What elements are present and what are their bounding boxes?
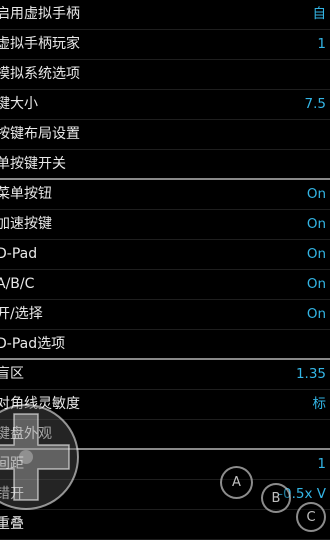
setting-deadzone[interactable]: 盲区 1.35 bbox=[0, 360, 330, 390]
setting-value: 7.5 bbox=[304, 96, 326, 112]
setting-label: 单按键开关 bbox=[0, 156, 66, 172]
setting-value: 1 bbox=[317, 36, 326, 52]
setting-virtual-gamepad-player[interactable]: 虚拟手柄玩家 1 bbox=[0, 30, 330, 60]
setting-menu-button[interactable]: 菜单按钮 On bbox=[0, 180, 330, 210]
setting-dpad[interactable]: D-Pad On bbox=[0, 240, 330, 270]
setting-abc[interactable]: A/B/C On bbox=[0, 270, 330, 300]
setting-label: D-Pad选项 bbox=[0, 336, 66, 352]
setting-label: D-Pad bbox=[0, 246, 38, 262]
setting-label: 开/选择 bbox=[0, 306, 43, 322]
gamepad-button-b[interactable]: B bbox=[261, 483, 291, 513]
setting-button-layout[interactable]: 按键布局设置 bbox=[0, 120, 330, 150]
setting-enable-virtual-gamepad[interactable]: 启用虚拟手柄 自 bbox=[0, 0, 330, 30]
setting-value: On bbox=[306, 306, 326, 322]
setting-value: On bbox=[306, 246, 326, 262]
setting-label: 模拟系统选项 bbox=[0, 66, 80, 82]
setting-label: 启用虚拟手柄 bbox=[0, 6, 80, 22]
setting-key-size[interactable]: 键大小 7.5 bbox=[0, 90, 330, 120]
setting-value: On bbox=[306, 186, 326, 202]
setting-value: 1 bbox=[317, 456, 326, 472]
dpad-overlay-icon[interactable] bbox=[0, 396, 82, 518]
setting-label: 虚拟手柄玩家 bbox=[0, 36, 80, 52]
setting-value: 标 bbox=[312, 396, 327, 412]
setting-dpad-options[interactable]: D-Pad选项 bbox=[0, 330, 330, 360]
setting-single-button-toggles[interactable]: 单按键开关 bbox=[0, 150, 330, 180]
setting-value: 自 bbox=[312, 6, 327, 22]
setting-start-select[interactable]: 开/选择 On bbox=[0, 300, 330, 330]
setting-value: On bbox=[306, 216, 326, 232]
gamepad-button-a[interactable]: A bbox=[220, 466, 253, 499]
setting-label: 菜单按钮 bbox=[0, 186, 52, 202]
setting-label: 按键布局设置 bbox=[0, 126, 80, 142]
setting-label: A/B/C bbox=[0, 276, 35, 292]
setting-value: On bbox=[306, 276, 326, 292]
gamepad-button-c[interactable]: C bbox=[296, 502, 326, 532]
setting-speed-button[interactable]: 加速按键 On bbox=[0, 210, 330, 240]
setting-emulated-system-options[interactable]: 模拟系统选项 bbox=[0, 60, 330, 90]
setting-label: 键大小 bbox=[0, 96, 38, 112]
setting-value: 1.35 bbox=[295, 366, 326, 382]
setting-label: 盲区 bbox=[0, 366, 24, 382]
setting-label: 加速按键 bbox=[0, 216, 52, 232]
